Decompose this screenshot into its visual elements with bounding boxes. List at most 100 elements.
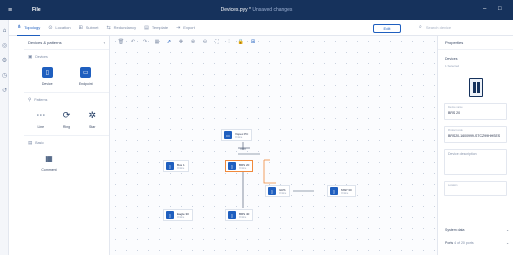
- comment-icon: ▦: [45, 154, 53, 163]
- ports-row[interactable]: Ports 4 of 20 ports ⌄: [445, 241, 509, 245]
- ring-pattern-icon: ⟳: [62, 110, 71, 120]
- node-brs-40[interactable]: ▯ BRS 40 Online: [225, 209, 254, 221]
- network-icon[interactable]: ◎: [0, 42, 9, 49]
- node-grs[interactable]: ▯ GRS Online: [265, 185, 291, 197]
- star-pattern-icon: ✲: [88, 110, 96, 120]
- ports-label: Ports 4 of 20 ports: [445, 241, 474, 245]
- properties-section: Devices: [445, 57, 458, 61]
- search-box[interactable]: ⌕ Search device: [419, 24, 451, 30]
- devices-items: ▯ Device ▭ Endpoint: [28, 67, 105, 86]
- node-text: GRS Online: [279, 188, 286, 195]
- tab-template[interactable]: ▤ Template: [144, 20, 168, 36]
- switch-icon: ▯: [228, 211, 236, 219]
- device-icon: ▯: [41, 67, 53, 78]
- tab-topology[interactable]: ⋔ Topology: [17, 20, 41, 36]
- basic-section: ▤ Basic ▦ Comment: [24, 136, 109, 178]
- collapse-icon[interactable]: ‹: [104, 40, 105, 45]
- node-status: Online: [235, 135, 243, 139]
- minimize-button[interactable]: –: [483, 6, 486, 12]
- library-item-comment[interactable]: ▦ Comment: [34, 153, 64, 172]
- selected-link-line[interactable]: [263, 160, 276, 184]
- section-title: ▤ Basic: [28, 140, 105, 146]
- library-item-endpoint[interactable]: ▭ Endpoint: [71, 67, 101, 86]
- location-field[interactable]: Location: [444, 181, 507, 196]
- library-title: Devices & patterns: [28, 40, 62, 45]
- template-icon: ▤: [144, 24, 149, 31]
- maximize-button[interactable]: □: [498, 6, 502, 12]
- node-status: Online: [239, 215, 247, 219]
- home-icon[interactable]: ⌂: [0, 28, 9, 34]
- properties-title: Properties: [445, 40, 464, 45]
- patterns-section-icon: ⚲: [28, 97, 32, 102]
- item-label: Line: [37, 125, 45, 129]
- router-icon: ▯: [166, 211, 174, 219]
- search-placeholder: Search device: [425, 24, 452, 30]
- left-rail: ⌂ ◎ ⚙ ◷ ↺: [0, 20, 9, 255]
- switch-icon: ▯: [330, 187, 338, 195]
- device-description-field[interactable]: Device description: [444, 149, 507, 175]
- history-icon[interactable]: ↺: [0, 87, 9, 94]
- settings-icon[interactable]: ⚙: [0, 57, 9, 64]
- subnet-icon: ⊞: [78, 24, 83, 31]
- switch-icon: ▯: [228, 162, 236, 170]
- node-status: Online: [341, 191, 349, 195]
- tab-label: Redundancy: [113, 25, 137, 30]
- chevron-down-icon: ⌄: [506, 241, 509, 245]
- node-eagle-30[interactable]: ▯ Eagle 30 Online: [163, 209, 193, 221]
- node-text: Vspec PC Online: [235, 132, 248, 139]
- node-brs-20[interactable]: ▯ BRS 20 Online: [225, 160, 254, 172]
- basic-section-label: Basic: [35, 141, 44, 145]
- switch-icon: ▯: [166, 162, 174, 170]
- field-label: Device name: [448, 106, 463, 109]
- system-data-label: System data: [445, 228, 465, 232]
- properties-panel: Properties Devices 1 Selected Device nam…: [437, 36, 513, 255]
- field-value: BRS 20: [448, 111, 461, 115]
- item-label: Ring: [62, 125, 71, 129]
- export-icon: ⇥: [176, 24, 181, 31]
- node-text: Eagle 30 Online: [177, 212, 189, 219]
- node-text: MSP 30 Online: [341, 188, 352, 195]
- tab-label: Subnet: [85, 25, 99, 30]
- document-name: Devices.pyy *: [220, 7, 251, 13]
- node-msp-30[interactable]: ▯ MSP 30 Online: [327, 185, 356, 197]
- node-status: Online: [177, 166, 185, 170]
- tab-bar: ⋔ Topology ⊙ Location ⊞ Subnet ⇆ Redunda…: [9, 20, 513, 36]
- library-item-star[interactable]: ✲ Star: [79, 110, 105, 129]
- topology-canvas[interactable]: 🗑 ↶ ↷ ▦ ➚ ✥ ⊕ ⊖ ⛶ ⫶ 🔒 ⊞ ▭ Vspec PC Onlin…: [110, 36, 437, 255]
- field-placeholder: Device description: [448, 152, 477, 156]
- item-label: Endpoint: [78, 82, 93, 86]
- library-item-line[interactable]: ⋯ Line: [28, 110, 54, 129]
- tab-export[interactable]: ⇥ Export: [176, 20, 195, 36]
- clock-icon[interactable]: ◷: [0, 72, 9, 79]
- node-status: Online: [239, 166, 247, 170]
- tab-location[interactable]: ⊙ Location: [48, 20, 70, 36]
- node-text: BRS 20 Online: [239, 163, 249, 170]
- node-vspec-pc[interactable]: ▭ Vspec PC Online: [221, 129, 253, 141]
- tab-redundancy[interactable]: ⇆ Redundancy: [106, 20, 136, 36]
- location-icon: ⊙: [48, 24, 53, 31]
- redundancy-icon: ⇆: [106, 24, 111, 31]
- edit-button[interactable]: Edit: [373, 24, 401, 33]
- device-name-field[interactable]: Device name BRS 20: [444, 103, 507, 120]
- field-label: Location: [448, 184, 458, 187]
- devices-section: ▣ Devices ▯ Device ▭ Endpoint: [24, 50, 109, 93]
- library-item-device[interactable]: ▯ Device: [32, 67, 62, 86]
- ports-value: 4 of 20 ports: [454, 241, 474, 245]
- devices-section-label: Devices: [35, 55, 48, 59]
- tab-subnet[interactable]: ⊞ Subnet: [79, 20, 99, 36]
- tab-label: Template: [151, 25, 169, 30]
- switch-icon: ▯: [268, 187, 276, 195]
- library-item-ring[interactable]: ⟳ Ring: [54, 110, 80, 129]
- node-bus-1[interactable]: ▯ Bus 1 Online: [163, 160, 189, 172]
- item-label: Star: [88, 125, 96, 129]
- pc-icon: ▭: [224, 131, 232, 139]
- node-text: Bus 1 Online: [177, 163, 185, 170]
- edit-label: Edit: [383, 26, 391, 31]
- item-label: Comment: [41, 168, 57, 172]
- topology-icon: ⋔: [17, 24, 22, 30]
- system-data-row[interactable]: System data ⌄: [445, 228, 509, 232]
- endpoint-icon: ▭: [80, 67, 92, 78]
- basic-items: ▦ Comment: [28, 153, 105, 172]
- field-label: Product code: [448, 129, 463, 132]
- product-code-field[interactable]: Product code BRS20-1600999-STCZ99HHSES: [444, 126, 507, 143]
